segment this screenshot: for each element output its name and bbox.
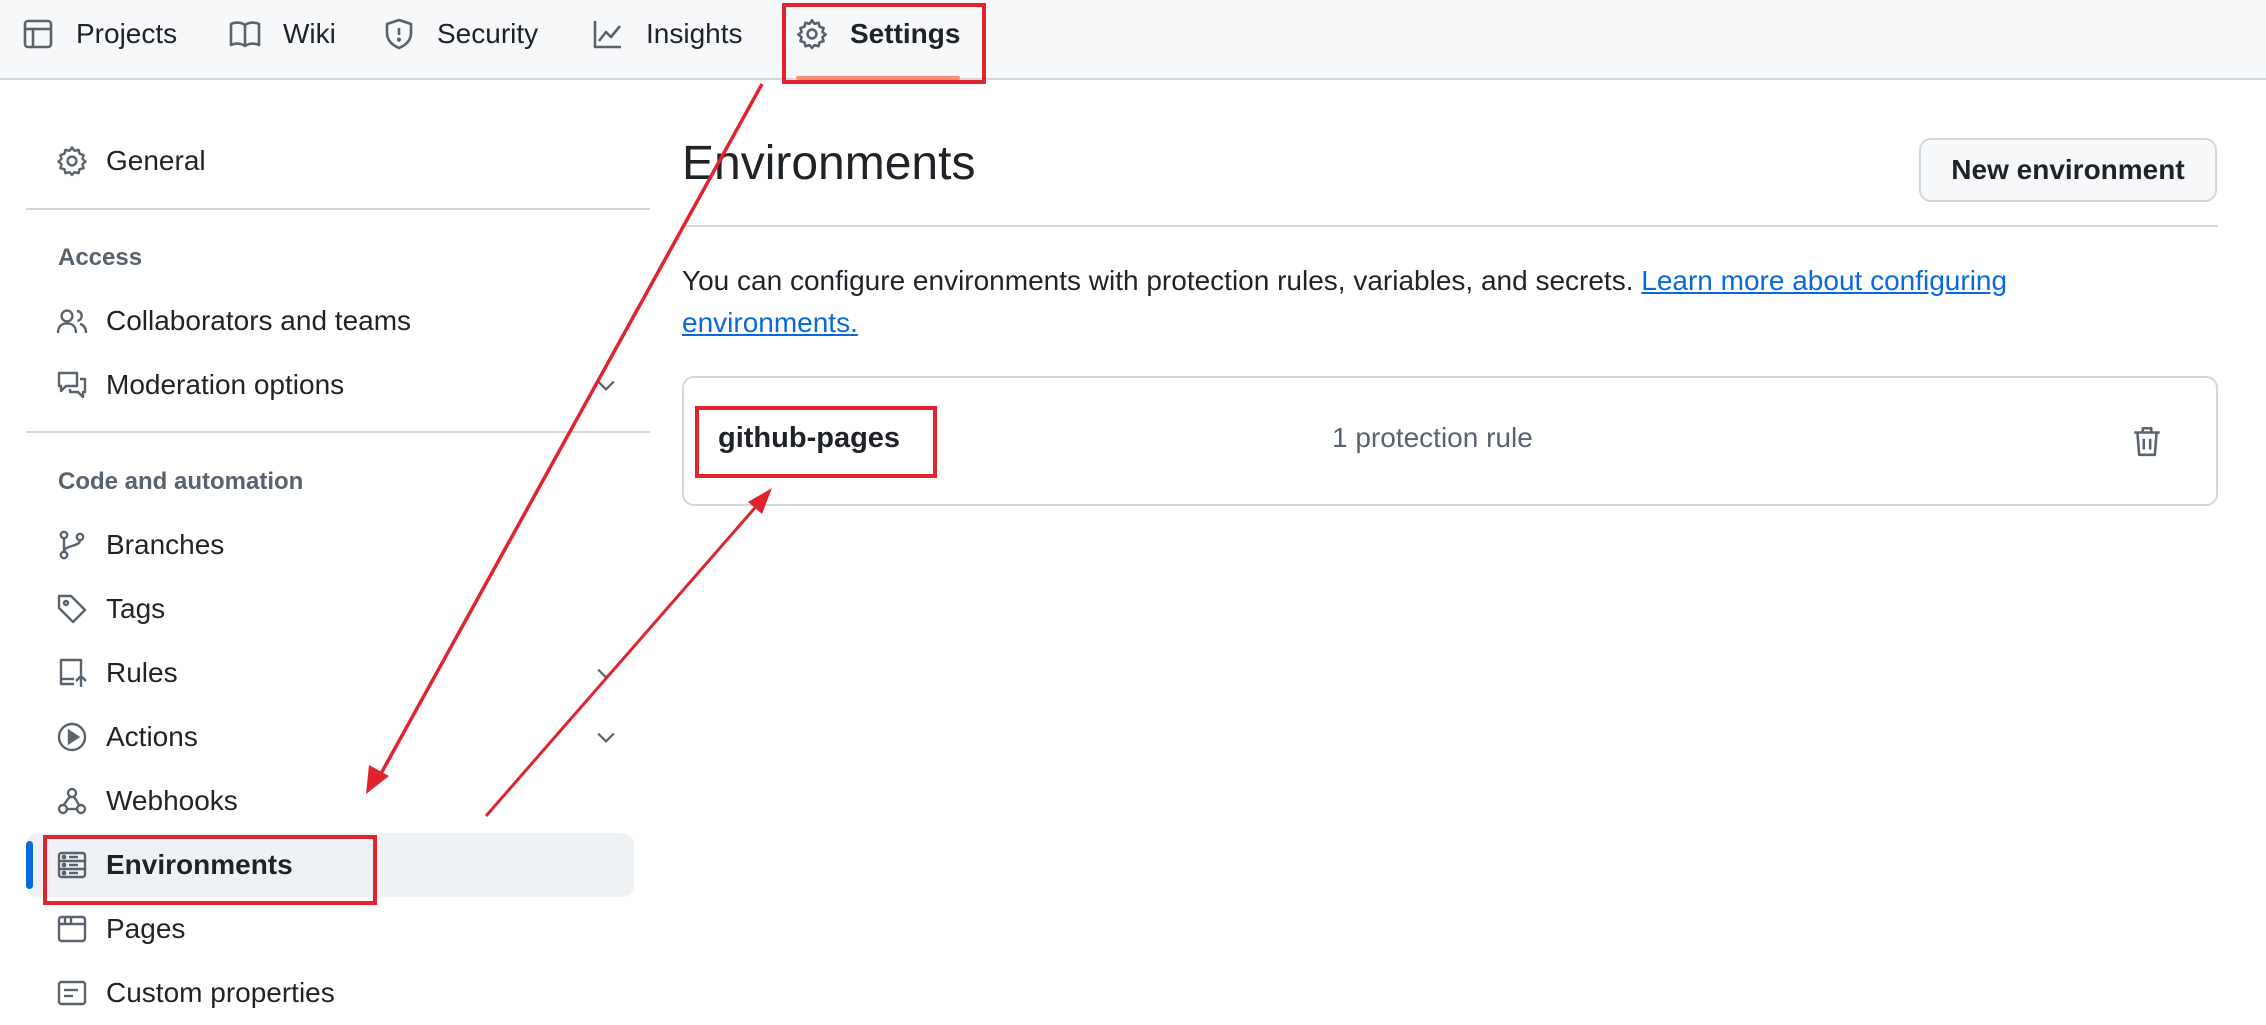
repo-nav: Projects Wiki Security Insights Settings [0,0,2266,80]
sidebar-heading-access: Access [58,244,143,271]
sidebar-item-label: Environments [106,849,293,880]
sidebar-item-webhooks[interactable]: Webhooks [26,769,634,833]
tab-label: Security [437,18,539,49]
sidebar-item-collaborators[interactable]: Collaborators and teams [26,289,634,353]
trash-icon[interactable] [2130,424,2164,458]
sidebar-divider [26,208,650,210]
chevron-down-icon[interactable] [592,659,620,687]
sidebar-item-label: Rules [106,657,178,688]
sidebar-item-environments[interactable]: Environments [26,833,634,897]
new-environment-button[interactable]: New environment [1919,138,2217,202]
play-icon [56,721,88,753]
protection-rules-count: 1 protection rule [1332,422,1533,453]
sidebar-item-label: Actions [106,721,198,752]
graph-icon [592,18,646,50]
sidebar-item-actions[interactable]: Actions [26,705,634,769]
description-text: You can configure environments with prot… [682,265,1642,296]
main-content: Environments New environment You can con… [682,80,2218,1022]
webhook-icon [56,785,88,817]
page-description: You can configure environments with prot… [682,260,2122,344]
sidebar-item-label: Collaborators and teams [106,305,412,336]
tab-security[interactable]: Security [383,0,538,68]
sidebar-heading-code-automation: Code and automation [58,468,304,495]
tag-icon [56,593,88,625]
gear-icon [796,18,850,50]
tab-insights[interactable]: Insights [592,0,743,68]
environment-list: github-pages 1 protection rule [682,376,2218,506]
sidebar-item-moderation[interactable]: Moderation options [26,353,634,417]
tab-label: Insights [646,18,743,49]
sidebar-item-label: Pages [106,913,186,944]
sidebar-item-label: Tags [106,593,166,624]
tab-label: Settings [850,18,961,49]
people-icon [56,305,88,337]
chevron-down-icon[interactable] [592,723,620,751]
tab-projects[interactable]: Projects [22,0,177,68]
repo-push-icon [56,657,88,689]
server-icon [56,849,88,881]
sidebar-item-label: Branches [106,529,225,560]
sidebar-item-label: Webhooks [106,785,238,816]
sidebar-item-tags[interactable]: Tags [26,577,634,641]
note-icon [56,977,88,1009]
table-icon [22,18,76,50]
book-icon [229,18,283,50]
tab-label: Wiki [283,18,336,49]
browser-icon [56,913,88,945]
page-title: Environments [682,137,976,190]
selected-indicator [26,841,33,889]
shield-icon [383,18,437,50]
sidebar-item-label: Moderation options [106,369,345,400]
comment-discussion-icon [56,369,88,401]
sidebar-item-label: Custom properties [106,977,335,1008]
tab-wiki[interactable]: Wiki [229,0,336,68]
settings-sidebar: General Access Collaborators and teams M… [26,80,650,1022]
sidebar-item-rules[interactable]: Rules [26,641,634,705]
chevron-down-icon[interactable] [592,371,620,399]
title-divider [682,225,2218,227]
sidebar-item-general[interactable]: General [26,129,634,193]
sidebar-item-pages[interactable]: Pages [26,897,634,961]
tab-settings[interactable]: Settings [796,0,961,80]
sidebar-item-custom-properties[interactable]: Custom properties [26,961,634,1025]
sidebar-item-label: General [106,145,206,176]
gear-icon [56,145,88,177]
tab-label: Projects [76,18,178,49]
sidebar-item-branches[interactable]: Branches [26,513,634,577]
git-branch-icon [56,529,88,561]
environment-name-link[interactable]: github-pages [718,422,900,455]
sidebar-divider [26,431,650,433]
